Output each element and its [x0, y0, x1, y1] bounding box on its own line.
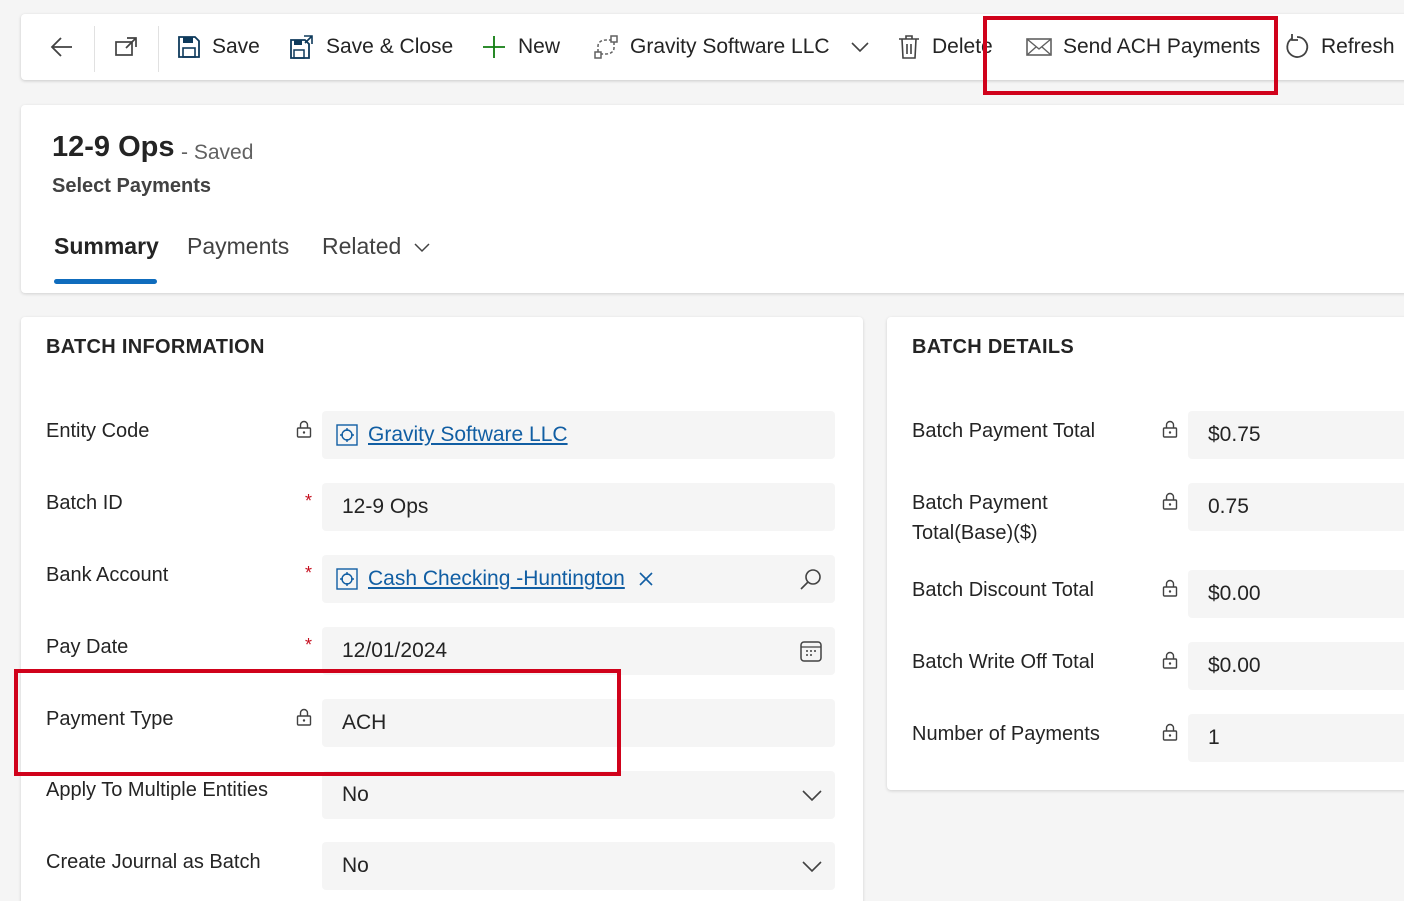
save-icon: [178, 36, 200, 58]
batch-discount-total-field: $0.00: [1188, 570, 1404, 618]
save-and-close-button[interactable]: Save & Close: [289, 14, 453, 80]
pay-date-input[interactable]: 12/01/2024: [322, 627, 835, 675]
flow-icon: [594, 35, 618, 59]
create-journal-label: Create Journal as Batch: [46, 851, 261, 873]
tab-payments[interactable]: Payments: [187, 233, 289, 260]
refresh-icon: [1286, 34, 1309, 58]
active-tab-indicator: [54, 279, 157, 284]
pay-date-label: Pay Date: [46, 636, 129, 658]
required-marker: *: [305, 635, 313, 655]
save-label: Save: [212, 35, 260, 58]
calendar-icon[interactable]: [799, 639, 823, 663]
back-arrow-icon: [50, 37, 72, 57]
batch-discount-total-value: $0.00: [1208, 582, 1261, 605]
batch-payment-total-base-label: Batch Payment Total(Base)($): [912, 488, 1048, 548]
bank-account-label: Bank Account: [46, 564, 169, 586]
entity-record-icon: [336, 424, 358, 446]
required-marker: *: [305, 491, 313, 511]
new-button[interactable]: New: [481, 14, 560, 80]
back-button[interactable]: [49, 14, 75, 80]
chevron-down-icon: [802, 861, 822, 873]
divider: [158, 26, 159, 72]
apply-multiple-entities-value: No: [342, 783, 369, 806]
lock-icon: [1162, 651, 1178, 669]
save-button[interactable]: Save: [177, 14, 260, 80]
entity-code-value[interactable]: Gravity Software LLC: [368, 423, 568, 447]
lock-icon: [1162, 420, 1178, 438]
number-of-payments-field: 1: [1188, 714, 1404, 762]
batch-payment-total-base-value: 0.75: [1208, 495, 1249, 518]
chevron-down-icon: [802, 790, 822, 802]
delete-button[interactable]: Delete: [897, 14, 993, 80]
open-new-window-icon: [115, 37, 137, 56]
lock-icon: [296, 420, 312, 438]
entity-flow-button[interactable]: Gravity Software LLC: [593, 14, 870, 80]
highlight-box-payment-type: [14, 669, 621, 776]
record-header: 12-9 Ops - Saved Select Payments Summary…: [21, 105, 1404, 293]
bank-account-field[interactable]: Cash Checking -Huntington: [322, 555, 835, 603]
entity-label: Gravity Software LLC: [630, 35, 830, 58]
section-title: BATCH DETAILS: [912, 336, 1075, 358]
entity-code-label: Entity Code: [46, 420, 150, 442]
chevron-down-icon[interactable]: [850, 37, 870, 57]
batch-information-section: BATCH INFORMATION Entity Code Gravity So…: [21, 317, 863, 901]
entity-record-icon: [336, 568, 358, 590]
number-of-payments-value: 1: [1208, 726, 1220, 749]
save-close-label: Save & Close: [326, 35, 454, 58]
tab-related-label: Related: [322, 233, 402, 259]
bank-account-value[interactable]: Cash Checking -Huntington: [368, 567, 625, 591]
label-line: Batch Payment: [912, 492, 1048, 514]
new-label: New: [518, 35, 561, 58]
save-close-icon: [290, 35, 313, 59]
refresh-button[interactable]: Refresh: [1284, 14, 1395, 80]
bank-account-lookup[interactable]: Cash Checking -Huntington: [336, 567, 663, 591]
divider: [94, 26, 95, 72]
tab-summary[interactable]: Summary: [54, 233, 159, 260]
batch-payment-total-label: Batch Payment Total: [912, 420, 1096, 442]
batch-payment-total-base-field: 0.75: [1188, 483, 1404, 531]
number-of-payments-label: Number of Payments: [912, 723, 1100, 745]
label-line: Total(Base)($): [912, 522, 1038, 544]
tab-related[interactable]: Related: [322, 233, 431, 260]
create-journal-value: No: [342, 854, 369, 877]
pay-date-value: 12/01/2024: [342, 639, 448, 662]
open-in-new-window-button[interactable]: [113, 14, 139, 80]
batch-write-off-total-value: $0.00: [1208, 654, 1261, 677]
apply-multiple-entities-label: Apply To Multiple Entities: [46, 779, 268, 801]
refresh-label: Refresh: [1321, 35, 1395, 58]
entity-code-lookup[interactable]: Gravity Software LLC: [336, 423, 568, 447]
save-status: - Saved: [181, 141, 254, 164]
batch-discount-total-label: Batch Discount Total: [912, 579, 1094, 601]
highlight-box-send-ach: [983, 16, 1278, 95]
entity-code-field: Gravity Software LLC: [322, 411, 835, 459]
plus-icon: [483, 36, 505, 58]
batch-write-off-total-field: $0.00: [1188, 642, 1404, 690]
lock-icon: [1162, 723, 1178, 741]
batch-payment-total-value: $0.75: [1208, 423, 1261, 446]
batch-payment-total-field: $0.75: [1188, 411, 1404, 459]
batch-id-label: Batch ID: [46, 492, 123, 514]
search-icon[interactable]: [799, 567, 823, 591]
page-title: 12-9 Ops: [52, 131, 175, 163]
lock-icon: [1162, 492, 1178, 510]
required-marker: *: [305, 563, 313, 583]
batch-id-input[interactable]: 12-9 Ops: [322, 483, 835, 531]
form-selector[interactable]: Select Payments: [52, 175, 211, 198]
apply-multiple-entities-select[interactable]: No: [322, 771, 835, 819]
trash-icon: [899, 35, 919, 59]
chevron-down-icon: [414, 242, 430, 252]
batch-details-section: BATCH DETAILS Batch Payment Total $0.75 …: [887, 317, 1404, 790]
batch-write-off-total-label: Batch Write Off Total: [912, 651, 1095, 673]
create-journal-select[interactable]: No: [322, 842, 835, 890]
clear-x-icon[interactable]: [639, 572, 653, 586]
section-title: BATCH INFORMATION: [46, 336, 265, 358]
lock-icon: [1162, 579, 1178, 597]
batch-id-value: 12-9 Ops: [342, 495, 429, 518]
